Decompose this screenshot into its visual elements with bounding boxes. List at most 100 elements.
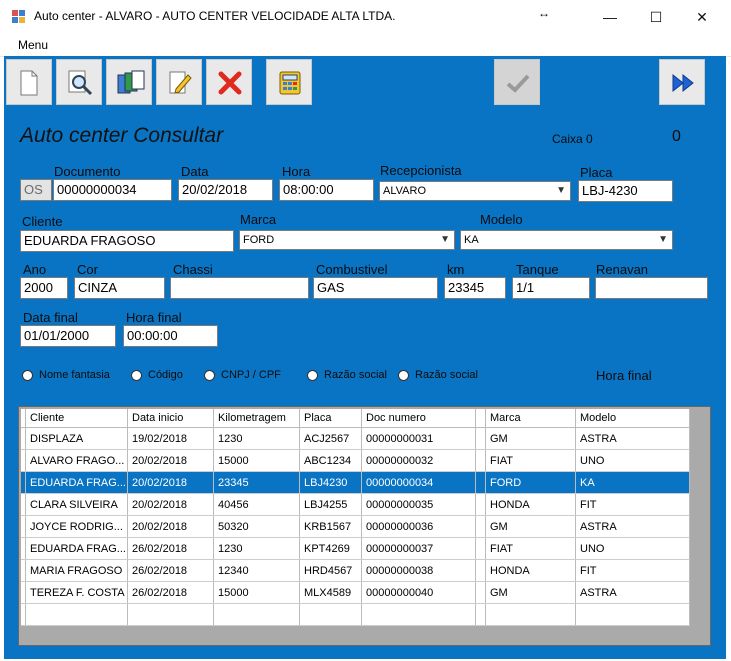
open-button[interactable] — [106, 59, 152, 105]
column-header[interactable] — [475, 409, 486, 428]
renavan-field[interactable] — [595, 277, 708, 299]
table-cell[interactable]: KA — [575, 471, 690, 494]
table-cell[interactable]: 00000000036 — [361, 515, 476, 538]
table-cell[interactable]: KPT4269 — [299, 537, 362, 560]
table-cell[interactable] — [299, 603, 362, 626]
table-cell[interactable]: 00000000035 — [361, 493, 476, 516]
search-button[interactable] — [56, 59, 102, 105]
table-cell[interactable]: 00000000040 — [361, 581, 476, 604]
confirm-button[interactable] — [494, 59, 540, 105]
table-cell[interactable]: 15000 — [213, 581, 300, 604]
column-header[interactable]: Cliente — [25, 409, 128, 428]
column-header[interactable]: Data inicio — [127, 409, 214, 428]
table-cell[interactable]: 12340 — [213, 559, 300, 582]
table-cell[interactable]: 23345 — [213, 471, 300, 494]
table-cell[interactable] — [475, 515, 486, 538]
table-cell[interactable]: 20/02/2018 — [127, 493, 214, 516]
table-cell[interactable]: EDUARDA FRAG... — [25, 471, 128, 494]
ano-field[interactable]: 2000 — [20, 277, 68, 299]
table-cell[interactable] — [475, 449, 486, 472]
table-cell[interactable] — [475, 471, 486, 494]
column-header[interactable]: Kilometragem — [213, 409, 300, 428]
table-cell[interactable]: 00000000038 — [361, 559, 476, 582]
data-field[interactable]: 20/02/2018 — [178, 179, 273, 201]
table-cell[interactable]: GM — [485, 515, 576, 538]
table-cell[interactable]: GM — [485, 581, 576, 604]
edit-button[interactable] — [156, 59, 202, 105]
column-header[interactable]: Placa — [299, 409, 362, 428]
table-cell[interactable]: UNO — [575, 449, 690, 472]
table-cell[interactable]: ASTRA — [575, 427, 690, 450]
table-cell[interactable]: EDUARDA FRAG... — [25, 537, 128, 560]
table-cell[interactable]: UNO — [575, 537, 690, 560]
chassi-field[interactable] — [170, 277, 309, 299]
table-cell[interactable] — [127, 603, 214, 626]
table-row[interactable]: DISPLAZA 19/02/2018 1230 ACJ2567 00000000031… — [21, 427, 690, 450]
table-cell[interactable]: 20/02/2018 — [127, 449, 214, 472]
table-cell[interactable]: 1230 — [213, 427, 300, 450]
table-cell[interactable]: 40456 — [213, 493, 300, 516]
table-cell[interactable]: HONDA — [485, 493, 576, 516]
table-row[interactable]: JOYCE RODRIG... 20/02/2018 50320 KRB1567 000… — [21, 515, 690, 538]
table-cell[interactable] — [361, 603, 476, 626]
table-cell[interactable]: FORD — [485, 471, 576, 494]
table-row[interactable]: TEREZA F. COSTA 26/02/2018 15000 MLX4589 000… — [21, 581, 690, 604]
marca-dropdown[interactable]: FORD ▼ — [239, 230, 455, 250]
next-button[interactable] — [659, 59, 705, 105]
recepcionista-dropdown[interactable]: ALVARO ▼ — [379, 181, 571, 201]
table-cell[interactable]: 20/02/2018 — [127, 515, 214, 538]
menu-item-menu[interactable]: Menu — [18, 38, 48, 52]
table-cell[interactable]: CLARA SILVEIRA — [25, 493, 128, 516]
table-cell[interactable]: LBJ4230 — [299, 471, 362, 494]
calculator-button[interactable] — [266, 59, 312, 105]
column-header[interactable]: Doc numero — [361, 409, 476, 428]
table-cell[interactable] — [485, 603, 576, 626]
km-field[interactable]: 23345 — [444, 277, 506, 299]
column-header[interactable]: Marca — [485, 409, 576, 428]
table-cell[interactable]: JOYCE RODRIG... — [25, 515, 128, 538]
hora-field[interactable]: 08:00:00 — [279, 179, 374, 201]
placa-field[interactable]: LBJ-4230 — [578, 180, 673, 202]
table-cell[interactable]: GM — [485, 427, 576, 450]
table-cell[interactable]: 20/02/2018 — [127, 471, 214, 494]
delete-button[interactable] — [206, 59, 252, 105]
table-cell[interactable] — [213, 603, 300, 626]
table-cell[interactable]: DISPLAZA — [25, 427, 128, 450]
table-cell[interactable] — [475, 537, 486, 560]
modelo-dropdown[interactable]: KA ▼ — [460, 230, 673, 250]
table-row[interactable]: MARIA FRAGOSO 26/02/2018 12340 HRD4567 00000… — [21, 559, 690, 582]
table-cell[interactable]: MARIA FRAGOSO — [25, 559, 128, 582]
tanque-field[interactable]: 1/1 — [512, 277, 590, 299]
table-cell[interactable]: 26/02/2018 — [127, 559, 214, 582]
table-cell[interactable]: HRD4567 — [299, 559, 362, 582]
maximize-button[interactable]: ☐ — [633, 0, 679, 34]
table-cell[interactable] — [475, 581, 486, 604]
table-cell[interactable]: LBJ4255 — [299, 493, 362, 516]
table-cell[interactable]: FIAT — [485, 449, 576, 472]
data-final-field[interactable]: 01/01/2000 — [20, 325, 116, 347]
table-cell[interactable]: 26/02/2018 — [127, 537, 214, 560]
table-cell[interactable] — [575, 603, 690, 626]
close-button[interactable]: ✕ — [679, 0, 725, 34]
table-cell[interactable]: 00000000032 — [361, 449, 476, 472]
cliente-field[interactable]: EDUARDA FRAGOSO — [20, 230, 234, 252]
table-cell[interactable]: FIT — [575, 559, 690, 582]
new-button[interactable] — [6, 59, 52, 105]
table-cell[interactable]: FIT — [575, 493, 690, 516]
table-cell[interactable]: ASTRA — [575, 515, 690, 538]
table-cell[interactable]: 50320 — [213, 515, 300, 538]
table-row[interactable]: EDUARDA FRAG... 26/02/2018 1230 KPT4269 0000… — [21, 537, 690, 560]
table-cell[interactable]: MLX4589 — [299, 581, 362, 604]
table-cell[interactable] — [475, 493, 486, 516]
table-cell[interactable] — [25, 603, 128, 626]
cor-field[interactable]: CINZA — [74, 277, 165, 299]
table-cell[interactable]: 00000000031 — [361, 427, 476, 450]
hora-final-field[interactable]: 00:00:00 — [123, 325, 218, 347]
table-cell[interactable]: KRB1567 — [299, 515, 362, 538]
documento-field[interactable]: 00000000034 — [53, 179, 172, 201]
table-cell[interactable]: 26/02/2018 — [127, 581, 214, 604]
table-row[interactable]: EDUARDA FRAG... 20/02/2018 23345 LBJ4230 000… — [21, 471, 690, 494]
table-row[interactable]: CLARA SILVEIRA 20/02/2018 40456 LBJ4255 0000… — [21, 493, 690, 516]
table-row-empty[interactable] — [21, 603, 690, 626]
table-cell[interactable] — [475, 427, 486, 450]
